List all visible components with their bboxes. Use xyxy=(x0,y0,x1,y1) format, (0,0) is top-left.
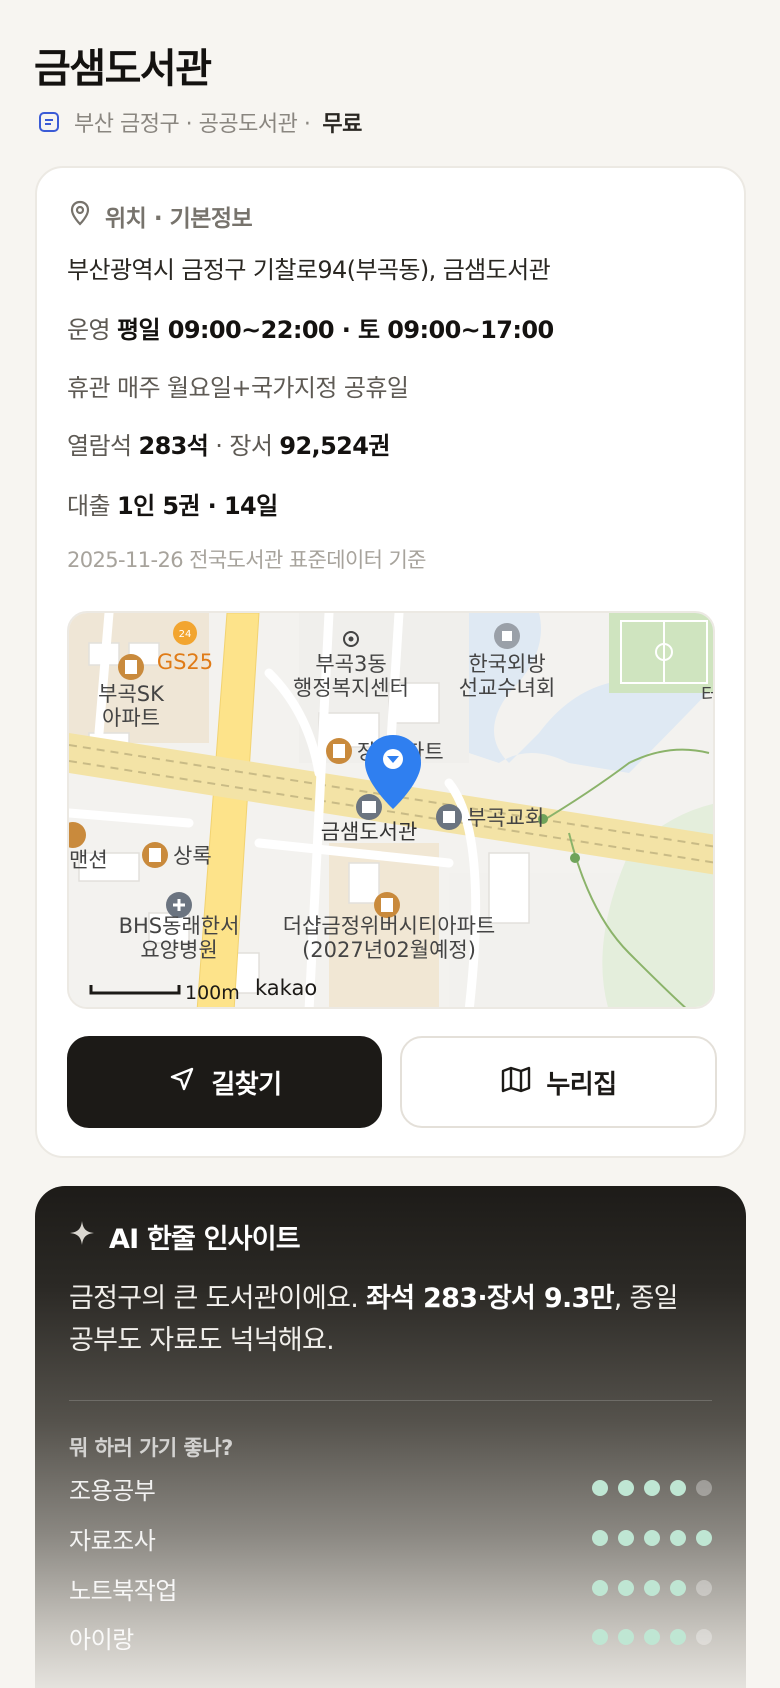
map-label-center-2: 행정복지센터 xyxy=(293,676,409,700)
rating-dot xyxy=(644,1480,660,1496)
map-label-bugok-sk-2: 아파트 xyxy=(102,706,160,730)
map-label-apt-new-2: (2027년02월예정) xyxy=(302,938,476,962)
map-label-hospital-2: 요양병원 xyxy=(140,938,217,962)
map-label-center-1: 부곡3동 xyxy=(315,652,386,676)
rating-dot xyxy=(644,1530,660,1546)
map-label-edge: 터 xyxy=(701,684,715,706)
loan-value: 1인 5권 · 14일 xyxy=(117,492,278,520)
location-map[interactable]: 24 GS25 부곡SK 아파트 부곡3동 행정복지센터 한국외방 선교수녀회 … xyxy=(67,611,715,1009)
directions-button[interactable]: 길찾기 xyxy=(67,1036,382,1128)
rating-dots xyxy=(592,1480,712,1496)
books-value: 92,524권 xyxy=(279,432,390,460)
rating-dot xyxy=(644,1580,660,1596)
ai-insight-card: AI 한줄 인사이트 금정구의 큰 도서관이에요. 좌석 283·장서 9.3만… xyxy=(35,1186,746,1688)
map-brand-label: kakao xyxy=(255,976,317,1000)
ai-question: 뭐 하러 가기 좋나? xyxy=(69,1436,233,1460)
map-label-church-2: 선교수녀회 xyxy=(459,676,556,700)
seats-value: 283석 xyxy=(138,432,209,460)
rating-dot xyxy=(696,1530,712,1546)
website-label: 누리집 xyxy=(546,1069,617,1100)
map-apartment-icon xyxy=(118,654,144,680)
page-title: 금샘도서관 xyxy=(34,46,212,92)
map-scale-label: 100m xyxy=(185,982,240,1004)
rating-dot xyxy=(670,1580,686,1596)
map-label-bugok-church: 부곡교회 xyxy=(467,806,544,830)
closed-label: 휴관 xyxy=(67,374,111,402)
sparkle-icon xyxy=(69,1220,95,1253)
library-subtitle: 부산 금정구 · 공공도서관 · 무료 xyxy=(36,106,362,138)
ai-text-highlight: 좌석 283·장서 9.3만 xyxy=(366,1283,614,1314)
section-header: 위치 · 기본정보 xyxy=(67,198,253,234)
loan-label: 대출 xyxy=(67,492,111,520)
directions-label: 길찾기 xyxy=(211,1069,282,1100)
rating-dot xyxy=(618,1480,634,1496)
subtitle-region: 부산 금정구 · 공공도서관 · xyxy=(74,112,311,137)
ai-insight-header: AI 한줄 인사이트 xyxy=(69,1216,301,1256)
map-label-gs25: GS25 xyxy=(157,650,213,674)
rating-dot xyxy=(670,1629,686,1645)
map-label-library: 금샘도서관 xyxy=(321,820,418,844)
navigation-arrow-icon xyxy=(167,1064,197,1101)
document-icon xyxy=(36,109,62,135)
seats-label: 열람석 xyxy=(67,432,132,460)
map-label-hospital-1: BHS동래한서 xyxy=(119,914,240,938)
map-label-bugok-sk-1: 부곡SK xyxy=(98,682,165,706)
rating-row: 아이랑 xyxy=(69,1622,712,1654)
rating-dot xyxy=(696,1480,712,1496)
map-fold-icon xyxy=(500,1064,532,1101)
rating-dot xyxy=(592,1480,608,1496)
rating-dots xyxy=(592,1580,712,1596)
hours-value: 평일 09:00~22:00 · 토 09:00~17:00 xyxy=(117,316,554,344)
website-button[interactable]: 누리집 xyxy=(400,1036,717,1128)
rating-dot xyxy=(592,1530,608,1546)
closed-row: 휴관 매주 월요일+국가지정 공휴일 xyxy=(67,368,409,403)
rating-dot xyxy=(618,1580,634,1596)
rating-dot xyxy=(592,1629,608,1645)
rating-dot xyxy=(696,1629,712,1645)
rating-dot xyxy=(670,1480,686,1496)
ai-insight-text: 금정구의 큰 도서관이에요. 좌석 283·장서 9.3만, 종일 공부도 자료… xyxy=(69,1278,709,1362)
ai-text-prefix: 금정구의 큰 도서관이에요. xyxy=(69,1283,367,1314)
ai-divider xyxy=(69,1400,712,1401)
map-label-mansion: 맨션 xyxy=(69,848,108,872)
rating-label: 조용공부 xyxy=(69,1476,156,1505)
rating-dot xyxy=(618,1629,634,1645)
map-label-church-1: 한국외방 xyxy=(468,652,545,676)
rating-dot xyxy=(696,1580,712,1596)
rating-label: 노트북작업 xyxy=(69,1576,177,1605)
rating-row: 자료조사 xyxy=(69,1523,712,1555)
closed-value: 매주 월요일+국가지정 공휴일 xyxy=(117,374,409,402)
capacity-row: 열람석 283석 · 장서 92,524권 xyxy=(67,426,390,461)
map-store-badge: 24 xyxy=(179,629,192,640)
rating-label: 아이랑 xyxy=(69,1625,134,1654)
ai-insight-title: AI 한줄 인사이트 xyxy=(109,1223,301,1255)
loan-row: 대출 1인 5권 · 14일 xyxy=(67,486,278,521)
info-card: 위치 · 기본정보 부산광역시 금정구 기찰로94(부곡동), 금샘도서관 운영… xyxy=(35,166,746,1158)
rating-row: 노트북작업 xyxy=(69,1573,712,1605)
section-title: 위치 · 기본정보 xyxy=(105,206,253,232)
rating-dot xyxy=(618,1530,634,1546)
rating-dots xyxy=(592,1530,712,1546)
location-pin-icon xyxy=(67,199,93,233)
rating-dot xyxy=(592,1580,608,1596)
map-label-sangrok: 상록 xyxy=(173,844,212,868)
rating-row: 조용공부 xyxy=(69,1473,712,1505)
address-text: 부산광역시 금정구 기찰로94(부곡동), 금샘도서관 xyxy=(67,256,551,284)
hours-label: 운영 xyxy=(67,316,111,344)
fee-badge: 무료 xyxy=(322,112,362,137)
rating-dot xyxy=(670,1530,686,1546)
hours-row: 운영 평일 09:00~22:00 · 토 09:00~17:00 xyxy=(67,310,554,345)
books-label: · 장서 xyxy=(215,432,273,460)
rating-dots xyxy=(592,1629,712,1645)
rating-dot xyxy=(644,1629,660,1645)
map-label-apt-new-1: 더샵금정위버시티아파트 xyxy=(283,914,496,938)
data-source-note: 2025-11-26 전국도서관 표준데이터 기준 xyxy=(67,548,427,572)
rating-label: 자료조사 xyxy=(69,1526,156,1555)
